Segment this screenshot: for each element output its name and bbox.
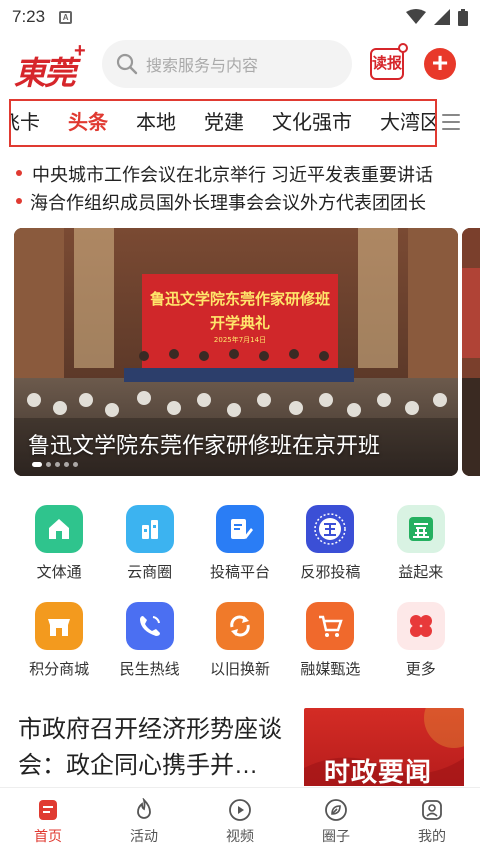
- nav-mine[interactable]: 我的: [384, 788, 480, 853]
- nav-circle[interactable]: 圈子: [288, 788, 384, 853]
- phone-icon: [125, 602, 174, 650]
- logo-text: 東莞: [14, 54, 76, 92]
- service-row: 积分商城 民生热线 以旧换新 融媒甄选 更多: [0, 602, 480, 679]
- service-label: 文体通: [36, 564, 82, 581]
- banner-next-preview[interactable]: [462, 228, 480, 476]
- home-icon: [35, 505, 84, 553]
- status-bar: 7:23 A: [0, 0, 480, 34]
- headline-bullet: [16, 170, 22, 176]
- profile-icon: [422, 800, 442, 820]
- anti-cult-seal-icon: [306, 505, 355, 553]
- news-card[interactable]: 市政府召开经济形势座谈会：政企同心携手并… 时政要闻: [0, 700, 480, 786]
- nav-home[interactable]: 首页: [0, 788, 96, 853]
- backdrop-date: 2025年7月14日: [214, 335, 266, 344]
- search-bar[interactable]: 搜索服务与内容: [102, 40, 352, 88]
- search-icon: [116, 53, 138, 75]
- edit-doc-icon: [215, 505, 264, 553]
- tab-greater-bay[interactable]: 大湾区: [380, 101, 435, 145]
- nav-label: 活动: [130, 828, 158, 844]
- service-trade-in[interactable]: 以旧换新: [204, 602, 276, 679]
- service-anti-cult[interactable]: 反邪投稿: [294, 505, 366, 582]
- news-thumb-text: 时政要闻: [324, 757, 433, 786]
- backdrop-title: 鲁迅文学院东莞作家研修班: [150, 290, 330, 308]
- nav-label: 圈子: [322, 828, 350, 844]
- status-time: 7:23: [12, 7, 46, 26]
- signal-icon: [434, 9, 450, 25]
- backdrop-subtitle: 开学典礼: [210, 314, 270, 332]
- tab-culture[interactable]: 文化强市: [272, 101, 352, 145]
- clover-icon: [396, 602, 445, 650]
- service-label: 云商圈: [127, 564, 173, 581]
- headline-item[interactable]: 中央城市工作会议在北京举行 习近平发表重要讲话: [0, 160, 480, 188]
- search-placeholder: 搜索服务与内容: [146, 58, 259, 75]
- service-label: 积分商城: [29, 661, 90, 678]
- service-label: 以旧换新: [209, 661, 270, 678]
- chart-bars-icon: [125, 505, 174, 553]
- app-logo[interactable]: 東莞 +: [14, 40, 86, 92]
- wifi-icon: [406, 9, 426, 24]
- headline-bullet: [16, 198, 22, 204]
- battery-icon: [458, 8, 468, 26]
- app-header: 東莞 + 搜索服务与内容 读报 +: [0, 36, 480, 94]
- add-button[interactable]: +: [424, 48, 456, 80]
- nav-label: 我的: [418, 828, 446, 844]
- logo-plus: +: [74, 40, 86, 62]
- service-label: 反邪投稿: [300, 564, 361, 581]
- service-media-select[interactable]: 融媒甄选: [294, 602, 366, 679]
- bottom-nav: 首页 活动 视频 圈子 我的: [0, 787, 480, 853]
- service-label: 民生热线: [119, 661, 180, 678]
- news-title: 市政府召开经济形势座谈会：政企同心携手并…: [18, 716, 282, 779]
- headline-text: 中央城市工作会议在北京举行 习近平发表重要讲话: [32, 165, 433, 185]
- status-indicators: [406, 8, 468, 26]
- nav-video[interactable]: 视频: [192, 788, 288, 853]
- service-points-mall[interactable]: 积分商城: [23, 602, 95, 679]
- flame-icon: [137, 798, 151, 819]
- shop-icon: [35, 602, 84, 650]
- tab-feika[interactable]: 飞卡: [11, 101, 40, 145]
- tab-local[interactable]: 本地: [136, 101, 176, 145]
- cart-icon: [306, 602, 355, 650]
- carousel-indicator: [32, 462, 78, 467]
- sim-icon: A: [59, 10, 73, 24]
- service-label: 更多: [405, 661, 436, 678]
- tab-toutiao[interactable]: 头条: [68, 101, 108, 145]
- service-wentitong[interactable]: 文体通: [23, 505, 95, 582]
- recycle-icon: [215, 602, 264, 650]
- read-paper-button[interactable]: 读报: [370, 43, 408, 82]
- headline-text: 海合作组织成员国外长理事会会议外方代表团团长: [30, 193, 426, 213]
- channel-tabs-row: 飞卡 头条 本地 党建 文化强市 大湾区: [11, 101, 435, 145]
- service-label: 投稿平台: [209, 564, 270, 581]
- service-more[interactable]: 更多: [385, 602, 457, 679]
- play-icon: [229, 799, 251, 821]
- channel-menu-icon[interactable]: [442, 114, 460, 132]
- news-thumbnail: 时政要闻: [304, 708, 464, 786]
- leaf-icon: [325, 799, 347, 821]
- service-yiqilai[interactable]: 益起来: [385, 505, 457, 582]
- nav-activity[interactable]: 活动: [96, 788, 192, 853]
- service-grid: 文体通 云商圈 投稿平台 反邪投稿 益起来 积分商城 民生热线 以旧换新 融媒甄…: [0, 505, 480, 699]
- charity-icon: [396, 505, 445, 553]
- service-submission[interactable]: 投稿平台: [204, 505, 276, 582]
- headline-ticker: 中央城市工作会议在北京举行 习近平发表重要讲话 海合作组织成员国外长理事会会议外…: [0, 160, 480, 216]
- channel-tabs: 飞卡 头条 本地 党建 文化强市 大湾区: [9, 99, 437, 147]
- read-paper-badge: [398, 43, 408, 53]
- service-label: 融媒甄选: [300, 661, 361, 678]
- service-yunshangquan[interactable]: 云商圈: [114, 505, 186, 582]
- nav-label: 首页: [34, 828, 62, 844]
- headline-item[interactable]: 海合作组织成员国外长理事会会议外方代表团团长: [0, 188, 480, 216]
- read-paper-label: 读报: [370, 48, 404, 80]
- home-doc-icon: [39, 800, 57, 820]
- banner-carousel[interactable]: 鲁迅文学院东莞作家研修班 开学典礼 2025年7月14日 鲁迅文学院东莞作家研修…: [14, 228, 458, 476]
- service-label: 益起来: [398, 564, 444, 581]
- service-hotline[interactable]: 民生热线: [114, 602, 186, 679]
- banner-caption: 鲁迅文学院东莞作家研修班在京开班: [28, 433, 381, 458]
- nav-label: 视频: [226, 828, 254, 844]
- tab-party[interactable]: 党建: [204, 101, 244, 145]
- service-row: 文体通 云商圈 投稿平台 反邪投稿 益起来: [0, 505, 480, 582]
